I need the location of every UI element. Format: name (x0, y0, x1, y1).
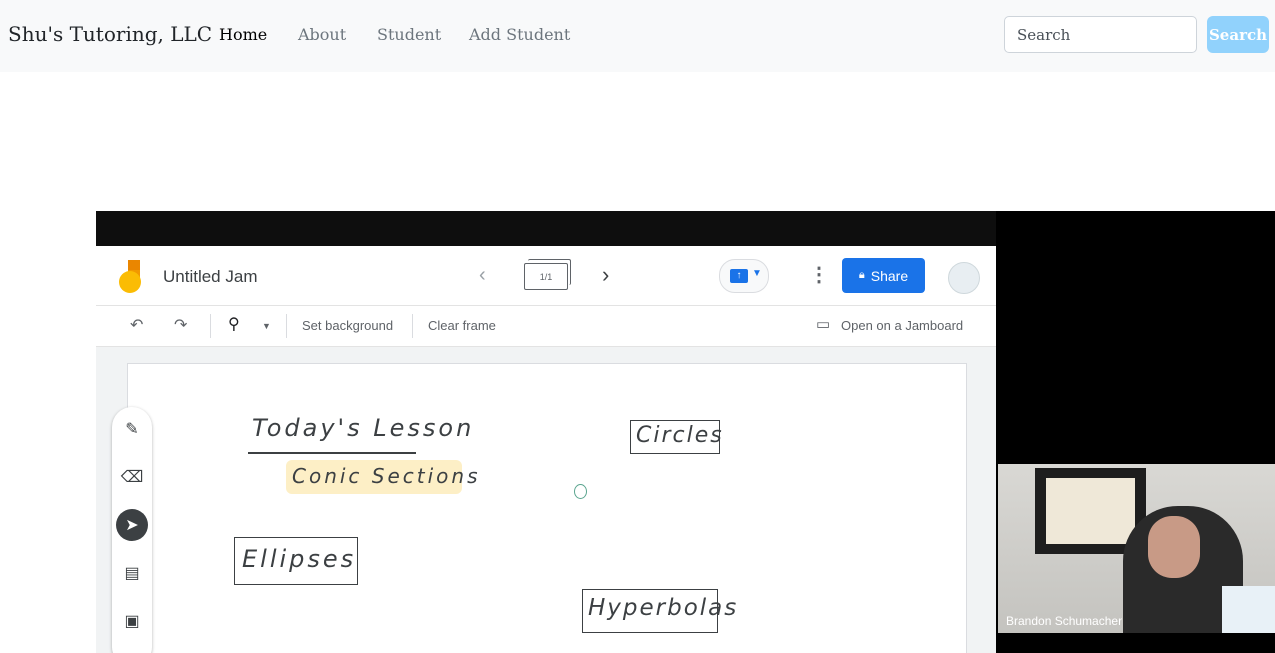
note-subheading: Conic Sections (292, 464, 481, 488)
jamboard-header: Untitled Jam ‹ 1/1 › ↑ ▼ ⋮ 🔒︎ Share (96, 246, 996, 306)
video-top-bar (96, 211, 996, 246)
share-button[interactable]: 🔒︎ Share (842, 258, 925, 293)
prev-frame-icon[interactable]: ‹ (479, 264, 486, 287)
frame-counter[interactable]: 1/1 (524, 263, 568, 290)
note-heading: Today's Lesson (252, 414, 475, 442)
video-player[interactable]: Untitled Jam ‹ 1/1 › ↑ ▼ ⋮ 🔒︎ Share ↶ ↷ … (96, 211, 1275, 653)
clear-frame-button[interactable]: Clear frame (428, 318, 496, 333)
sticky-note-icon[interactable]: ▤ (116, 557, 148, 589)
eraser-icon[interactable]: ⌫ (116, 461, 148, 493)
heading-underline (248, 452, 416, 454)
jam-tools-panel: ✎ ⌫ ➤ ▤ ▣ (112, 407, 152, 653)
participant-camera: Brandon Schumacher (998, 464, 1275, 633)
chevron-down-icon: ▼ (752, 268, 762, 279)
toolbar-divider (286, 314, 287, 338)
select-icon[interactable]: ➤ (116, 509, 148, 541)
present-button[interactable]: ↑ ▼ (719, 259, 769, 293)
zoom-dropdown-icon[interactable]: ▼ (262, 321, 271, 331)
jamboard-logo-icon (119, 260, 141, 293)
jam-title[interactable]: Untitled Jam (163, 267, 257, 287)
set-background-button[interactable]: Set background (302, 318, 393, 333)
navbar-brand[interactable]: Shu's Tutoring, LLC (8, 22, 212, 46)
note-ellipses: Ellipses (242, 545, 357, 573)
zoom-icon[interactable]: ⚲ (228, 314, 240, 334)
navbar: Shu's Tutoring, LLC Home About Student A… (0, 0, 1275, 72)
more-vert-icon[interactable]: ⋮ (809, 262, 829, 287)
participant-name: Brandon Schumacher (1006, 614, 1123, 628)
jamboard-screen-share: Untitled Jam ‹ 1/1 › ↑ ▼ ⋮ 🔒︎ Share ↶ ↷ … (96, 246, 996, 653)
search-input[interactable] (1004, 16, 1197, 53)
undo-icon[interactable]: ↶ (130, 315, 143, 335)
pen-icon[interactable]: ✎ (116, 413, 148, 445)
image-icon[interactable]: ▣ (116, 605, 148, 637)
share-label: Share (870, 267, 909, 284)
open-on-jamboard-button[interactable]: Open on a Jamboard (841, 318, 963, 333)
next-frame-icon[interactable]: › (602, 262, 609, 288)
participant-face (1148, 516, 1200, 578)
present-icon: ↑ (730, 269, 748, 283)
laser-pointer-icon (574, 484, 587, 499)
nav-link-add-student[interactable]: Add Student (469, 25, 570, 44)
nav-link-home[interactable]: Home (219, 25, 267, 44)
toolbar-divider (210, 314, 211, 338)
monitor-icon: ▭ (816, 316, 831, 333)
redo-icon[interactable]: ↷ (174, 315, 187, 335)
nav-link-about[interactable]: About (298, 25, 346, 44)
diploma (1046, 478, 1135, 544)
jam-canvas[interactable]: Today's Lesson Conic Sections Circles El… (127, 363, 967, 653)
lock-icon: 🔒︎ (858, 269, 865, 281)
account-avatar[interactable] (948, 262, 980, 294)
note-circles: Circles (636, 423, 724, 448)
search-button[interactable]: Search (1207, 16, 1269, 53)
nav-link-student[interactable]: Student (377, 25, 441, 44)
toolbar-divider (412, 314, 413, 338)
whiteboard-background (1222, 586, 1275, 633)
note-hyperbolas: Hyperbolas (588, 595, 739, 621)
jamboard-toolbar: ↶ ↷ ⚲ ▼ Set background Clear frame ▭ Ope… (96, 306, 996, 347)
